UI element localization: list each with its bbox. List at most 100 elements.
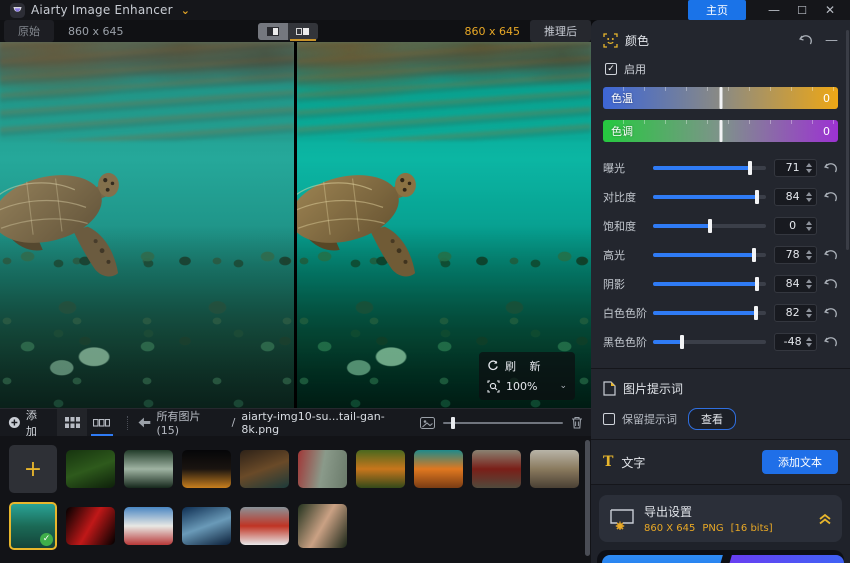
thumb-forest-bird[interactable] — [66, 450, 115, 488]
tint-slider[interactable]: 色调 0 — [603, 120, 838, 142]
thumb-boy-orange[interactable] — [356, 450, 405, 488]
undo-icon[interactable] — [824, 336, 838, 348]
value-spinner[interactable] — [806, 308, 812, 318]
adjustment-slider[interactable] — [653, 195, 766, 199]
water-surface-after — [297, 42, 591, 141]
undo-icon[interactable] — [824, 162, 838, 174]
thumb-red-car[interactable] — [472, 450, 521, 488]
home-button[interactable]: 主页 — [688, 0, 746, 20]
side-by-side-icon — [296, 28, 309, 35]
undo-icon[interactable] — [824, 307, 838, 319]
panel-scrollbar[interactable] — [846, 30, 849, 250]
temperature-slider[interactable]: 色温 0 — [603, 87, 838, 109]
maximize-button[interactable]: ☐ — [788, 4, 816, 17]
adjustment-value-box[interactable]: 78 — [774, 246, 817, 264]
collapse-chevrons-icon[interactable] — [818, 513, 832, 525]
grid-view-button[interactable] — [57, 409, 87, 437]
back-arrow-icon[interactable] — [138, 417, 151, 428]
temperature-handle[interactable] — [719, 87, 722, 109]
adjustment-value-box[interactable]: 82 — [774, 304, 817, 322]
add-images-button[interactable]: 添加 — [8, 407, 47, 439]
thumb-white-house[interactable] — [124, 507, 173, 545]
tint-handle[interactable] — [719, 120, 722, 142]
add-image-tile[interactable]: + — [9, 445, 57, 493]
slider-handle[interactable] — [680, 335, 684, 349]
enable-row[interactable]: ✓ 启用 — [605, 61, 838, 77]
adjustment-label: 曝光 — [603, 160, 653, 176]
text-section-title: 文字 — [621, 454, 645, 471]
tab-enhanced[interactable]: 推理后 — [530, 20, 591, 42]
breadcrumb-all-images[interactable]: 所有图片 (15) — [157, 408, 226, 437]
adjustment-slider[interactable] — [653, 166, 766, 170]
keep-prompt-checkbox[interactable]: ✓ — [603, 413, 615, 425]
adjustment-value-box[interactable]: 84 — [774, 188, 817, 206]
adjustment-value-box[interactable]: 71 — [774, 159, 817, 177]
side-by-side-view-button[interactable] — [288, 23, 318, 40]
thumbnail-scrollbar[interactable] — [585, 440, 590, 556]
slider-handle[interactable] — [754, 306, 758, 320]
thumb-village-street[interactable] — [530, 450, 579, 488]
toolbar-divider — [127, 416, 128, 430]
export-settings-card[interactable]: 导出设置 860 X 645 PNG [16 bits] — [599, 495, 842, 542]
thumb-dog-underwater[interactable] — [182, 507, 231, 545]
app-menu-chevron-icon[interactable]: ⌄ — [181, 4, 190, 17]
thumb-woman-portrait[interactable] — [298, 504, 347, 548]
filmstrip-view-button[interactable] — [87, 409, 117, 437]
slider-handle[interactable] — [755, 277, 759, 291]
value-spinner[interactable] — [806, 337, 812, 347]
value-spinner[interactable] — [806, 279, 812, 289]
adjustment-label: 对比度 — [603, 189, 653, 205]
export-batch-button[interactable]: 批量导出 — [725, 555, 844, 563]
thumb-city-night[interactable] — [182, 450, 231, 488]
export-single-button[interactable]: 单张导出 — [602, 555, 726, 563]
adjustment-value-box[interactable]: -48 — [774, 333, 817, 351]
tab-original[interactable]: 原始 — [4, 20, 54, 42]
color-undo-icon[interactable] — [799, 34, 813, 46]
undo-icon[interactable] — [824, 278, 838, 290]
thumbnail-size-handle[interactable] — [451, 417, 455, 429]
slider-fill — [653, 195, 757, 199]
adjustment-slider[interactable] — [653, 340, 766, 344]
slider-handle[interactable] — [752, 248, 756, 262]
value-spinner[interactable] — [806, 221, 812, 231]
slider-handle[interactable] — [755, 190, 759, 204]
view-prompt-button[interactable]: 查看 — [688, 408, 736, 430]
undo-icon[interactable] — [824, 249, 838, 261]
prompt-section-title: 图片提示词 — [623, 380, 683, 397]
value-spinner[interactable] — [806, 192, 812, 202]
left-column: 原始 860 x 645 860 x 645 推理后 — [0, 20, 591, 563]
value-spinner[interactable] — [806, 163, 812, 173]
thumb-red-fish[interactable] — [66, 507, 115, 545]
adjustment-slider[interactable] — [653, 224, 766, 228]
thumbnail-size-slider[interactable] — [443, 422, 563, 424]
enable-checkbox[interactable]: ✓ — [605, 63, 617, 75]
trash-icon[interactable] — [571, 416, 583, 429]
preview-image-before[interactable] — [0, 42, 294, 408]
value-spinner[interactable] — [806, 250, 812, 260]
close-button[interactable]: ✕ — [816, 3, 844, 17]
zoom-control[interactable]: 100% ⌄ — [487, 376, 567, 396]
adjustment-value-box[interactable]: 0 — [774, 217, 817, 235]
thumb-lake-house[interactable] — [240, 450, 289, 488]
film-toolbar: 添加 — [0, 408, 591, 436]
split-view-button[interactable] — [258, 23, 288, 40]
adjustment-value-box[interactable]: 84 — [774, 275, 817, 293]
thumb-flower-hummingbird[interactable] — [298, 450, 347, 488]
thumb-sunset-lake[interactable] — [414, 450, 463, 488]
adjustment-row-1: 对比度 84 — [603, 182, 838, 211]
thumb-heron[interactable] — [124, 450, 173, 488]
adjustment-slider[interactable] — [653, 311, 766, 315]
thumb-red-ship-snow[interactable] — [240, 507, 289, 545]
slider-handle[interactable] — [708, 219, 712, 233]
add-text-button[interactable]: 添加文本 — [762, 450, 838, 474]
slider-handle[interactable] — [748, 161, 752, 175]
adjustment-slider[interactable] — [653, 282, 766, 286]
thumb-turtle-selected[interactable]: ✓ — [9, 502, 57, 550]
adjustment-slider[interactable] — [653, 253, 766, 257]
refresh-button[interactable]: 刷 新 — [487, 356, 567, 376]
undo-icon[interactable] — [824, 191, 838, 203]
color-collapse-button[interactable]: — — [825, 33, 838, 48]
minimize-button[interactable]: — — [760, 3, 788, 17]
slider-fill — [653, 282, 757, 286]
app-logo-icon — [10, 3, 25, 18]
